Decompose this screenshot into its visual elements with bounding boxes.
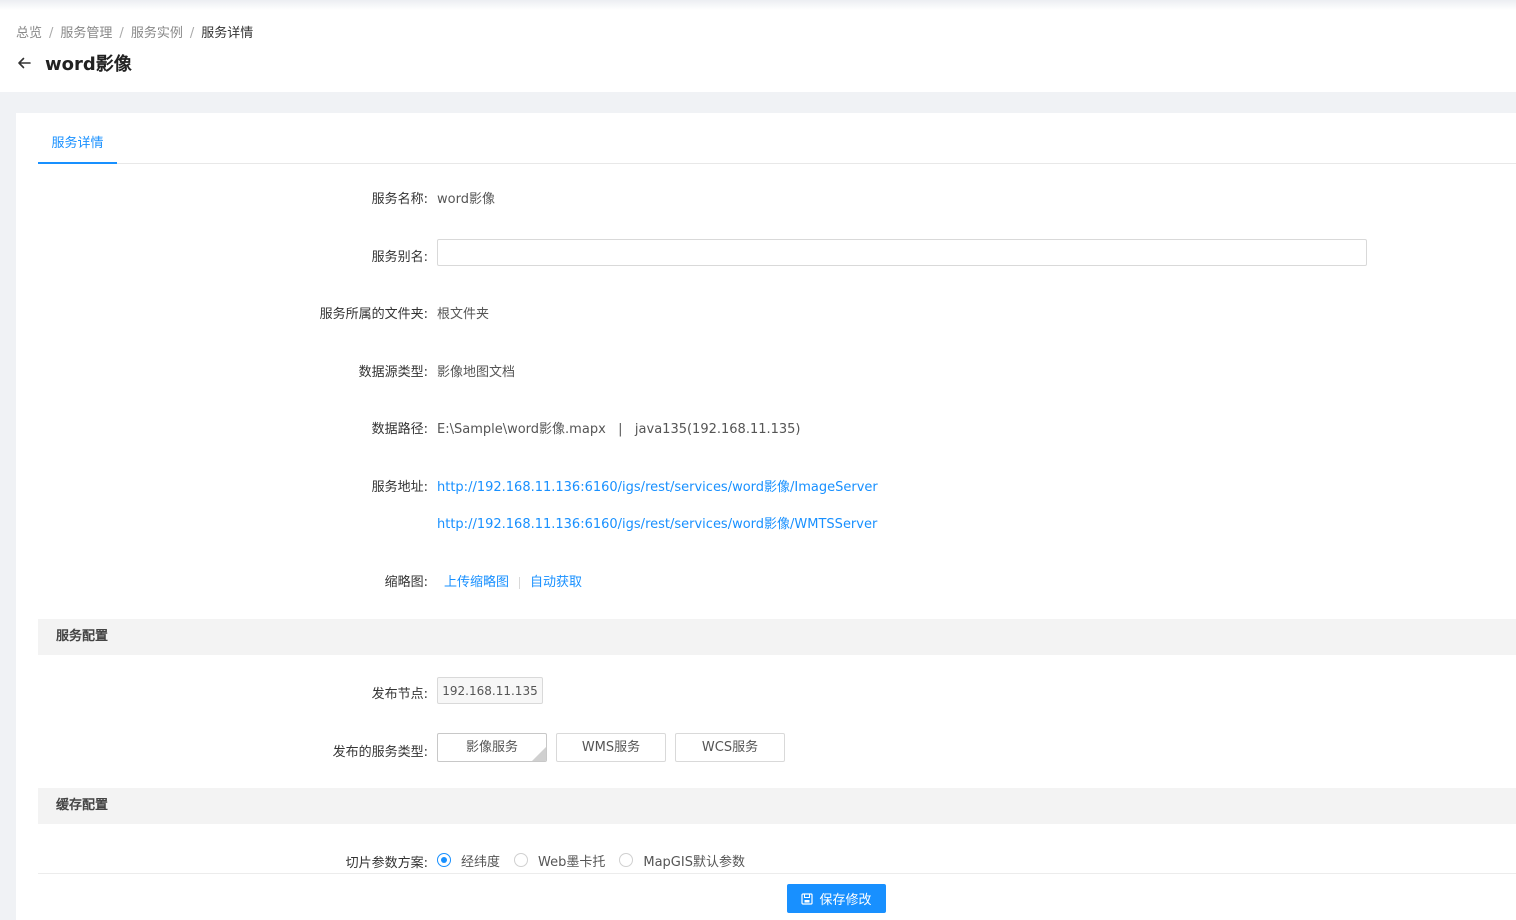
service-config-section: 服务配置 — [38, 619, 1516, 655]
page-header: 总览 / 服务管理 / 服务实例 / 服务详情 word影像 — [0, 0, 1516, 92]
header-shadow — [0, 0, 1516, 10]
selected-corner-icon — [532, 747, 546, 761]
save-icon — [801, 892, 814, 905]
title-row: word影像 — [14, 50, 132, 76]
radio-unchecked-icon — [514, 853, 529, 867]
datasource-type-label: 数据源类型: — [358, 365, 428, 380]
service-type-wms[interactable]: WMS服务 — [556, 733, 666, 762]
breadcrumb-service-management[interactable]: 服务管理 — [60, 26, 112, 41]
footer-bar — [16, 874, 1516, 920]
breadcrumb: 总览 / 服务管理 / 服务实例 / 服务详情 — [16, 22, 253, 41]
breadcrumb-service-instances[interactable]: 服务实例 — [131, 26, 183, 41]
radio-web-mercator-label: Web墨卡托 — [538, 854, 606, 870]
service-type-image-label: 影像服务 — [465, 740, 518, 755]
radio-checked-icon — [437, 853, 451, 867]
wmts-server-link[interactable]: http://192.168.11.136:6160/igs/rest/serv… — [437, 513, 877, 532]
breadcrumb-separator: / — [49, 26, 54, 41]
auto-fetch-thumbnail-link[interactable]: 自动获取 — [530, 575, 582, 590]
radio-mapgis-default-label: MapGIS默认参数 — [643, 854, 745, 870]
tab-bar: 服务详情 — [38, 113, 1516, 164]
radio-unchecked-icon — [619, 853, 634, 867]
save-button[interactable]: 保存修改 — [787, 884, 886, 913]
breadcrumb-separator: / — [119, 26, 124, 41]
breadcrumb-current: 服务详情 — [201, 26, 254, 41]
radio-mapgis-default[interactable]: MapGIS默认参数 — [619, 851, 745, 870]
data-path-label: 数据路径: — [371, 422, 428, 437]
service-types-label: 发布的服务类型: — [332, 745, 428, 760]
service-config-title: 服务配置 — [56, 629, 109, 644]
service-name-label: 服务名称: — [371, 192, 428, 207]
breadcrumb-separator: / — [189, 26, 195, 41]
service-alias-label: 服务别名: — [371, 250, 428, 265]
save-button-label: 保存修改 — [819, 893, 872, 908]
cache-config-title: 缓存配置 — [56, 798, 109, 813]
tile-scheme-radio-group: 经纬度 Web墨卡托 MapGIS默认参数 — [437, 850, 759, 870]
breadcrumb-overview[interactable]: 总览 — [16, 26, 42, 41]
folder-label: 服务所属的文件夹: — [319, 307, 428, 322]
service-type-image[interactable]: 影像服务 — [437, 733, 547, 762]
page-title: word影像 — [45, 54, 132, 75]
thumbnail-label: 缩略图: — [384, 575, 428, 590]
thumbnail-actions: 上传缩略图 自动获取 — [444, 571, 582, 590]
radio-web-mercator[interactable]: Web墨卡托 — [514, 851, 605, 870]
service-name-value: word影像 — [437, 192, 495, 207]
service-alias-input[interactable] — [437, 239, 1367, 266]
tab-service-detail[interactable]: 服务详情 — [38, 113, 117, 164]
thumbnail-divider — [519, 576, 521, 589]
cache-config-section: 缓存配置 — [38, 788, 1516, 824]
tile-scheme-label: 切片参数方案: — [345, 856, 428, 871]
back-arrow-icon[interactable] — [14, 53, 34, 73]
folder-value: 根文件夹 — [437, 307, 490, 322]
datasource-type-value: 影像地图文档 — [437, 365, 516, 380]
service-url-label: 服务地址: — [371, 480, 428, 495]
image-server-link[interactable]: http://192.168.11.136:6160/igs/rest/serv… — [437, 476, 878, 495]
detail-panel: 服务详情 服务名称: word影像 服务别名: 服务所属的文件夹: 根文件夹 数… — [16, 113, 1516, 920]
service-type-wcs[interactable]: WCS服务 — [675, 733, 785, 762]
data-path-value: E:\Sample\word影像.mapx | java135(192.168.… — [437, 422, 801, 437]
publish-node-label: 发布节点: — [371, 687, 428, 702]
upload-thumbnail-link[interactable]: 上传缩略图 — [444, 575, 509, 590]
radio-latlng-label: 经纬度 — [461, 854, 501, 870]
publish-node-tag: 192.168.11.135 — [437, 677, 543, 704]
radio-latlng[interactable]: 经纬度 — [437, 851, 500, 870]
